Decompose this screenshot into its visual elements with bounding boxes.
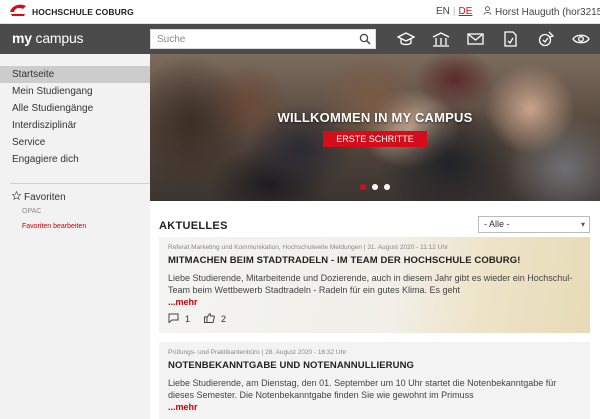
search-box <box>150 29 376 49</box>
news-section-title: AKTUELLES <box>159 220 228 232</box>
news-text: Liebe Studierende, Mitarbeitende und Doz… <box>168 273 573 295</box>
user-menu[interactable]: Horst Hauguth (hor3215s) <box>483 6 600 18</box>
user-name: Horst Hauguth (hor3215s) <box>495 6 600 18</box>
user-icon <box>483 6 492 18</box>
building-icon[interactable] <box>423 27 458 51</box>
graduation-cap-icon[interactable] <box>388 27 423 51</box>
news-text: Liebe Studierende, am Dienstag, den 01. … <box>168 378 557 400</box>
brand-my: my <box>12 30 32 46</box>
carousel-dot-3[interactable] <box>384 184 390 190</box>
news-more-link[interactable]: ...mehr <box>168 401 590 413</box>
header-icons <box>388 27 598 51</box>
lang-separator: | <box>452 6 456 17</box>
favorite-item-opac[interactable]: OPAC <box>22 208 41 215</box>
carousel-dot-1[interactable] <box>360 184 366 190</box>
language-switch: EN | DE <box>436 6 472 17</box>
news-card[interactable]: Referat Marketing und Kommunikation, Hoc… <box>159 237 590 333</box>
thumbs-up-icon <box>204 313 215 325</box>
news-filter-select[interactable]: - Alle - ▾ <box>478 216 590 233</box>
sidebar-item-service[interactable]: Service <box>0 134 150 151</box>
document-icon[interactable] <box>493 27 528 51</box>
hero-banner: WILLKOMMEN IN MY CAMPUS ERSTE SCHRITTE <box>150 54 600 201</box>
hero-title: WILLKOMMEN IN MY CAMPUS <box>277 110 473 125</box>
news-meta: Prüfungs- und Praktikantenbüro | 28. Aug… <box>168 349 347 356</box>
star-icon <box>11 190 22 203</box>
news-title[interactable]: MITMACHEN BEIM STADTRADELN - IM TEAM DER… <box>168 255 590 266</box>
search-icon[interactable] <box>359 33 371 48</box>
brand-title[interactable]: my campus <box>12 30 84 46</box>
news-stats: 1 2 <box>168 313 240 325</box>
news-meta: Referat Marketing und Kommunikation, Hoc… <box>168 244 449 251</box>
sidebar-divider <box>10 183 150 184</box>
header-bar: my campus <box>0 24 600 54</box>
sidebar-item-engagiere-dich[interactable]: Engagiere dich <box>0 151 150 168</box>
logo[interactable]: HOCHSCHULE COBURG <box>8 2 134 21</box>
comment-icon <box>168 313 179 325</box>
sidebar-item-startseite[interactable]: Startseite <box>0 66 150 83</box>
lang-en-link[interactable]: EN <box>436 6 450 17</box>
likes-count: 2 <box>221 314 227 324</box>
favorites-header: Favoriten <box>11 190 66 203</box>
carousel-dot-2[interactable] <box>372 184 378 190</box>
search-input[interactable] <box>151 30 351 48</box>
hochschule-logo-icon <box>8 2 28 21</box>
comments-count: 1 <box>185 314 191 324</box>
favorites-edit-link[interactable]: Favoriten bearbeiten <box>22 223 86 230</box>
erste-schritte-button[interactable]: ERSTE SCHRITTE <box>323 131 427 147</box>
sidebar: Startseite Mein Studiengang Alle Studien… <box>0 54 150 419</box>
favorites-title: Favoriten <box>24 191 66 203</box>
comments-stat[interactable]: 1 <box>168 313 190 325</box>
news-filter-value: - Alle - <box>484 219 510 229</box>
news-more-link[interactable]: ...mehr <box>168 296 590 308</box>
likes-stat[interactable]: 2 <box>204 313 226 325</box>
edit-badge-icon[interactable] <box>528 27 563 51</box>
news-card[interactable]: Prüfungs- und Praktikantenbüro | 28. Aug… <box>159 342 590 419</box>
top-bar: HOCHSCHULE COBURG EN | DE Horst Hauguth … <box>0 0 600 24</box>
sidebar-item-alle-studiengaenge[interactable]: Alle Studiengänge <box>0 100 150 117</box>
main-content: AKTUELLES - Alle - ▾ Referat Marketing u… <box>150 201 600 419</box>
news-title[interactable]: NOTENBEKANNTGABE UND NOTENANNULLIERUNG <box>168 360 590 371</box>
sidebar-item-interdisziplinaer[interactable]: Interdisziplinär <box>0 117 150 134</box>
sidebar-item-mein-studiengang[interactable]: Mein Studiengang <box>0 83 150 100</box>
lang-de-link[interactable]: DE <box>459 6 473 17</box>
sidebar-nav: Startseite Mein Studiengang Alle Studien… <box>0 66 150 168</box>
logo-text: HOCHSCHULE COBURG <box>32 6 134 17</box>
select-arrows-icon: ▾ <box>580 220 585 229</box>
eye-icon[interactable] <box>563 27 598 51</box>
carousel-dots <box>360 184 390 190</box>
mail-icon[interactable] <box>458 27 493 51</box>
brand-campus: campus <box>31 30 84 46</box>
